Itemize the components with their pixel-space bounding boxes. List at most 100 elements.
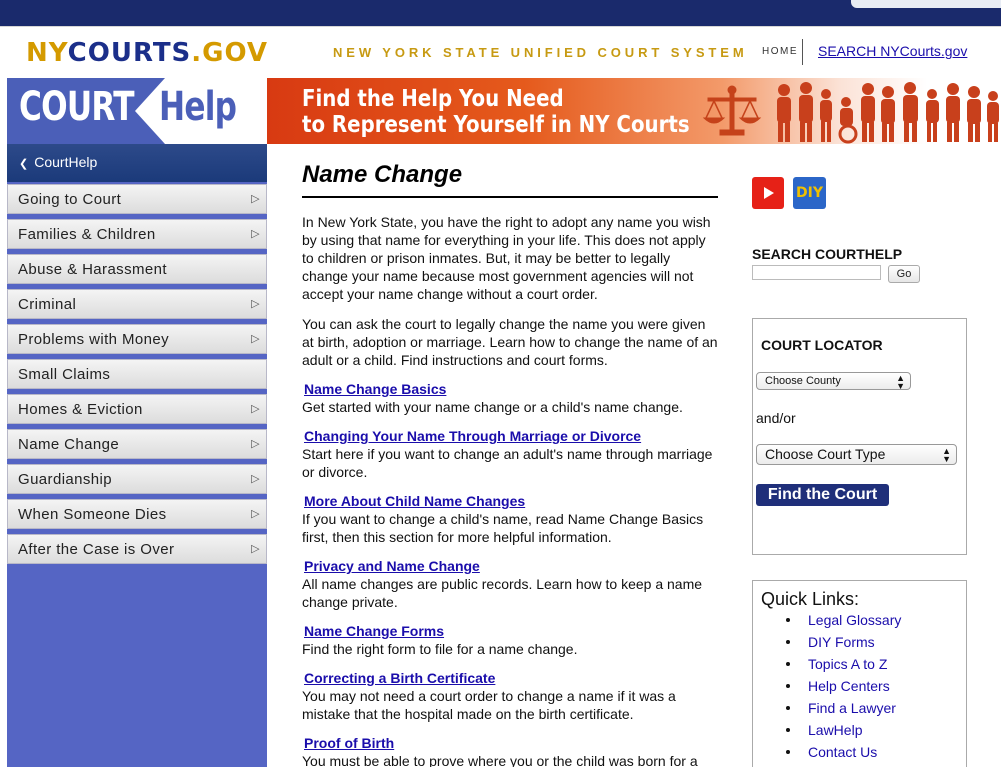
topic-link-birth-certificate[interactable]: Correcting a Birth Certificate <box>302 669 718 687</box>
play-icon <box>764 187 774 199</box>
quick-links-title: Quick Links: <box>761 589 860 609</box>
sidebar-item-name-change[interactable]: Name Change ▷ <box>7 429 267 459</box>
page-title: Name Change <box>302 161 718 198</box>
quick-link-topics-a-to-z[interactable]: Topics A to Z <box>808 656 887 672</box>
topic-item: Name Change Forms Find the right form to… <box>302 622 718 658</box>
logo-ny: NY <box>26 38 68 68</box>
sidebar-item-label: After the Case is Over <box>18 541 175 558</box>
chevron-right-icon: ▷ <box>251 298 260 310</box>
back-arrow-icon: ❮ <box>19 158 29 170</box>
topic-description: Find the right form to file for a name c… <box>302 641 578 657</box>
topic-description: All name changes are public records. Lea… <box>302 576 703 610</box>
logo-courts: COURTS <box>67 38 192 68</box>
sidebar-item-label: Problems with Money <box>18 331 169 348</box>
main-content: Name Change In New York State, you have … <box>302 144 718 767</box>
court-locator-title: COURT LOCATOR <box>761 337 883 353</box>
sidebar: ❮ CourtHelp Going to Court ▷ Families & Ch… <box>7 144 267 767</box>
topic-description: You may not need a court order to change… <box>302 688 676 722</box>
sidebar-item-families-children[interactable]: Families & Children ▷ <box>7 219 267 249</box>
topic-link-child-name-changes[interactable]: More About Child Name Changes <box>302 492 718 510</box>
courthelp-home-label: CourtHelp <box>34 154 98 170</box>
search-nycourts-link[interactable]: SEARCH NYCourts.gov <box>818 43 967 59</box>
search-go-button[interactable]: Go <box>888 265 920 283</box>
sidebar-nav: Going to Court ▷ Families & Children ▷ Abu… <box>7 184 267 569</box>
banner-headline: Find the Help You Need to Represent Your… <box>267 78 1001 144</box>
topic-item: More About Child Name Changes If you wan… <box>302 492 718 546</box>
topic-item: Correcting a Birth Certificate You may n… <box>302 669 718 723</box>
sidebar-item-criminal[interactable]: Criminal ▷ <box>7 289 267 319</box>
sidebar-item-guardianship[interactable]: Guardianship ▷ <box>7 464 267 494</box>
sidebar-item-when-someone-dies[interactable]: When Someone Dies ▷ <box>7 499 267 529</box>
quick-link-help-centers[interactable]: Help Centers <box>808 678 890 694</box>
sidebar-item-label: When Someone Dies <box>18 506 167 523</box>
topic-link-proof-of-birth[interactable]: Proof of Birth <box>302 734 718 752</box>
list-item: LawHelp <box>786 720 901 742</box>
list-item: DIY Forms <box>786 632 901 654</box>
nycourts-logo[interactable]: NYCOURTS.GOV <box>26 38 268 68</box>
select-arrows-icon: ▲ ▼ <box>942 446 951 464</box>
topic-item: Name Change Basics Get started with your… <box>302 380 718 416</box>
quick-links-list: Legal Glossary DIY Forms Topics A to Z H… <box>786 610 901 764</box>
quick-links: Quick Links: Legal Glossary DIY Forms To… <box>752 580 967 767</box>
sidebar-item-label: Homes & Eviction <box>18 401 143 418</box>
topic-link-forms[interactable]: Name Change Forms <box>302 622 718 640</box>
topic-description: If you want to change a child's name, re… <box>302 511 704 545</box>
court-type-select[interactable]: Choose Court Type ▲ ▼ <box>756 444 957 465</box>
topic-link-privacy[interactable]: Privacy and Name Change <box>302 557 718 575</box>
quick-link-find-a-lawyer[interactable]: Find a Lawyer <box>808 700 896 716</box>
page: NYCOURTS.GOV NEW YORK STATE UNIFIED COUR… <box>0 0 1001 767</box>
list-item: Help Centers <box>786 676 901 698</box>
browser-top-strip <box>0 0 1001 26</box>
chevron-right-icon: ▷ <box>251 473 260 485</box>
topic-item: Changing Your Name Through Marriage or D… <box>302 427 718 481</box>
home-link[interactable]: HOME <box>762 46 798 57</box>
search-input[interactable] <box>752 265 881 280</box>
sidebar-item-small-claims[interactable]: Small Claims <box>7 359 267 389</box>
search-label: SEARCH COURTHELP <box>752 246 903 262</box>
find-the-court-button[interactable]: Find the Court <box>756 484 889 506</box>
topic-link-name-change-basics[interactable]: Name Change Basics <box>302 380 718 398</box>
sidebar-item-problems-with-money[interactable]: Problems with Money ▷ <box>7 324 267 354</box>
intro-paragraph: You can ask the court to legally change … <box>302 316 718 368</box>
quick-link-legal-glossary[interactable]: Legal Glossary <box>808 612 901 628</box>
sidebar-item-label: Going to Court <box>18 191 122 208</box>
court-locator: COURT LOCATOR Choose County ▲ ▼ and/or Ch… <box>752 318 967 555</box>
logo-gov: .GOV <box>191 38 269 68</box>
sidebar-item-abuse-harassment[interactable]: Abuse & Harassment <box>7 254 267 284</box>
list-item: Topics A to Z <box>786 654 901 676</box>
intro-paragraph: In New York State, you have the right to… <box>302 214 711 302</box>
sidebar-item-homes-eviction[interactable]: Homes & Eviction ▷ <box>7 394 267 424</box>
sidebar-item-label: Abuse & Harassment <box>18 261 167 278</box>
chevron-right-icon: ▷ <box>251 228 260 240</box>
chevron-right-icon: ▷ <box>251 438 260 450</box>
courthelp-logo[interactable]: COURT Help <box>7 78 267 144</box>
diy-icon[interactable]: DIY <box>793 177 826 209</box>
youtube-icon[interactable] <box>752 177 784 209</box>
chevron-right-icon: ▷ <box>251 403 260 415</box>
county-select[interactable]: Choose County ▲ ▼ <box>756 372 911 391</box>
topic-item: Privacy and Name Change All name changes… <box>302 557 718 611</box>
chevron-right-icon: ▷ <box>251 543 260 555</box>
court-type-select-value: Choose Court Type <box>765 446 886 462</box>
list-item: Contact Us <box>786 742 901 764</box>
sidebar-item-after-the-case[interactable]: After the Case is Over ▷ <box>7 534 267 564</box>
list-item: Find a Lawyer <box>786 698 901 720</box>
people-crowd-icon <box>777 82 999 144</box>
chevron-right-icon: ▷ <box>251 193 260 205</box>
sidebar-item-going-to-court[interactable]: Going to Court ▷ <box>7 184 267 214</box>
courthelp-home-link[interactable]: ❮ CourtHelp <box>7 144 267 182</box>
select-arrows-icon: ▲ ▼ <box>896 373 905 391</box>
county-select-value: Choose County <box>765 375 841 387</box>
quick-link-contact-us[interactable]: Contact Us <box>808 744 877 760</box>
site-header: NYCOURTS.GOV NEW YORK STATE UNIFIED COUR… <box>0 26 1001 78</box>
quick-link-lawhelp[interactable]: LawHelp <box>808 722 862 738</box>
and-or-label: and/or <box>756 410 796 426</box>
banner-headline-line1: Find the Help You Need <box>302 86 564 112</box>
courthelp-search: SEARCH COURTHELP Go <box>752 246 972 283</box>
topic-link-marriage-divorce[interactable]: Changing Your Name Through Marriage or D… <box>302 427 718 445</box>
header-divider <box>802 39 803 65</box>
scales-of-justice-icon <box>702 85 762 136</box>
topic-description: Start here if you want to change an adul… <box>302 446 713 480</box>
quick-link-diy-forms[interactable]: DIY Forms <box>808 634 875 650</box>
topic-item: Proof of Birth You must be able to prove… <box>302 734 718 767</box>
